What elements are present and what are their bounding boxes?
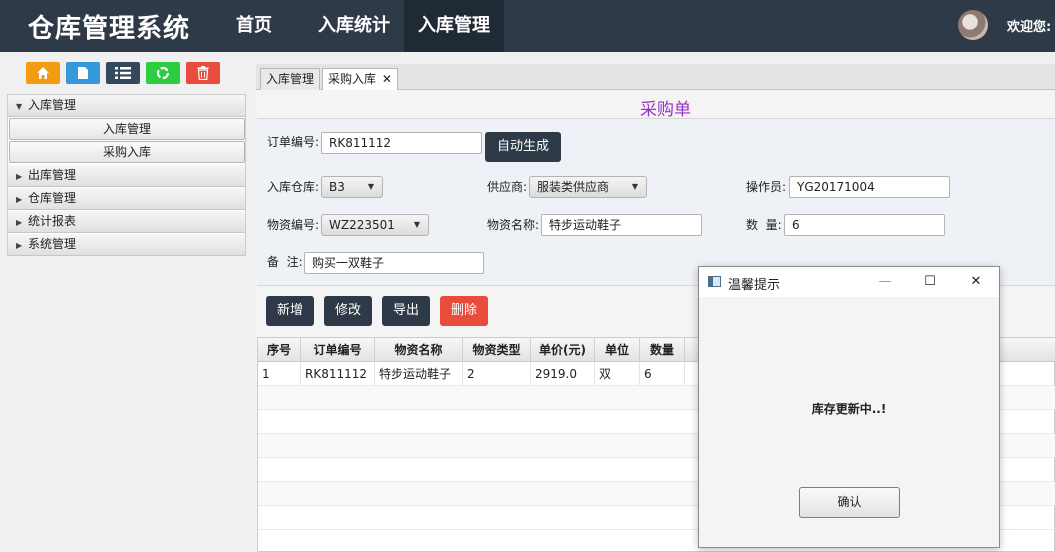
table-cell: 6 [640, 362, 685, 386]
auto-generate-button[interactable]: 自动生成 [485, 132, 561, 162]
remark-label: 备 注: [267, 255, 303, 269]
expanded-arrow-icon: ▼ [16, 102, 23, 111]
warehouse-value: B3 [329, 180, 345, 194]
sidebar-group-reports[interactable]: ▶ 统计报表 [8, 211, 245, 233]
avatar[interactable] [958, 10, 988, 40]
column-header[interactable]: 单价(元) [531, 338, 595, 362]
nav-inbound-stats[interactable]: 入库统计 [304, 0, 404, 52]
quantity-input[interactable]: 6 [784, 214, 945, 236]
column-header[interactable]: 物资类型 [463, 338, 531, 362]
material-no-label: 物资编号: [267, 218, 320, 232]
sidebar-group-warehouse[interactable]: ▶ 仓库管理 [8, 188, 245, 210]
sidebar-item-inbound-management[interactable]: 入库管理 [9, 118, 245, 140]
sidebar-group-label: 系统管理 [28, 237, 77, 251]
trash-button[interactable] [186, 62, 220, 84]
maximize-icon[interactable]: ☐ [918, 271, 942, 293]
dialog-title: 温馨提示 [728, 278, 781, 293]
supplier-label: 供应商: [487, 180, 528, 194]
sidebar-group-label: 出库管理 [28, 168, 77, 182]
chevron-down-icon: ▼ [367, 182, 374, 191]
tab-strip: 入库管理 采购入库 ✕ [256, 64, 1055, 91]
nav-home[interactable]: 首页 [222, 0, 286, 52]
column-header[interactable]: 物资名称 [375, 338, 463, 362]
chevron-down-icon: ▼ [631, 182, 638, 191]
trash-icon [197, 66, 209, 84]
chevron-down-icon: ▼ [413, 220, 420, 229]
home-icon [36, 67, 50, 84]
column-header[interactable]: 序号 [258, 338, 301, 362]
remark-input[interactable]: 购买一双鞋子 [304, 252, 484, 274]
sidebar-group-inbound[interactable]: ▼ 入库管理 [8, 95, 245, 117]
material-no-select[interactable]: WZ223501 ▼ [321, 214, 429, 236]
table-cell: 特步运动鞋子 [375, 362, 463, 386]
collapsed-arrow-icon: ▶ [16, 172, 23, 181]
collapsed-arrow-icon: ▶ [16, 241, 23, 250]
operator-label: 操作员: [746, 180, 787, 194]
dialog-titlebar[interactable]: 温馨提示 — ☐ ✕ [699, 267, 999, 297]
form-title: 采购单 [640, 100, 691, 120]
dialog-body: 库存更新中..! 确认 [699, 297, 999, 547]
order-no-label: 订单编号: [267, 135, 320, 149]
confirm-button[interactable]: 确认 [799, 487, 900, 518]
new-document-button[interactable] [66, 62, 100, 84]
supplier-select[interactable]: 服装类供应商 ▼ [529, 176, 647, 198]
sidebar-group-label: 统计报表 [28, 214, 77, 228]
window-icon [708, 276, 721, 287]
quantity-label: 数 量: [746, 218, 782, 232]
tab-purchase-inbound[interactable]: 采购入库 ✕ [322, 68, 398, 91]
export-button[interactable]: 导出 [382, 296, 430, 326]
sidebar-item-purchase-inbound[interactable]: 采购入库 [9, 141, 245, 163]
top-bar: 仓库管理系统 首页 入库统计 入库管理 欢迎您: [0, 0, 1055, 52]
table-cell: 1 [258, 362, 301, 386]
sidebar: ▼ 入库管理 入库管理 采购入库 ▶ 出库管理 ▶ 仓库管理 ▶ 统计报表 ▶ 系统管理 [7, 94, 246, 256]
warehouse-select[interactable]: B3 ▼ [321, 176, 383, 198]
sidebar-group-label: 入库管理 [28, 98, 77, 112]
column-header[interactable]: 订单编号 [301, 338, 375, 362]
nav-inbound-management[interactable]: 入库管理 [404, 0, 504, 52]
sidebar-group-outbound[interactable]: ▶ 出库管理 [8, 165, 245, 187]
column-header[interactable]: 单位 [595, 338, 640, 362]
table-cell: 2919.0 [531, 362, 595, 386]
material-no-value: WZ223501 [329, 218, 395, 232]
dialog-message: 库存更新中..! [811, 402, 887, 416]
supplier-value: 服装类供应商 [537, 180, 610, 194]
close-icon[interactable]: ✕ [964, 271, 988, 293]
close-icon[interactable]: ✕ [382, 72, 392, 86]
sidebar-group-label: 仓库管理 [28, 191, 77, 205]
material-name-input[interactable]: 特步运动鞋子 [541, 214, 702, 236]
table-cell: 2 [463, 362, 531, 386]
warehouse-label: 入库仓库: [267, 180, 320, 194]
list-icon [114, 67, 132, 84]
home-button[interactable] [26, 62, 60, 84]
document-icon [77, 67, 89, 84]
welcome-text: 欢迎您: [1007, 20, 1052, 35]
tab-inbound-management[interactable]: 入库管理 [260, 68, 321, 90]
app-title: 仓库管理系统 [28, 14, 191, 44]
collapsed-arrow-icon: ▶ [16, 218, 23, 227]
column-header[interactable]: 数量 [640, 338, 685, 362]
tab-label: 采购入库 [328, 72, 377, 86]
table-cell: 双 [595, 362, 640, 386]
collapsed-arrow-icon: ▶ [16, 195, 23, 204]
add-button[interactable]: 新增 [266, 296, 314, 326]
material-name-label: 物资名称: [487, 218, 540, 232]
sidebar-group-system[interactable]: ▶ 系统管理 [8, 234, 245, 256]
delete-button[interactable]: 删除 [440, 296, 488, 326]
order-no-input[interactable]: RK811112 [321, 132, 482, 154]
edit-button[interactable]: 修改 [324, 296, 372, 326]
recycle-icon [156, 66, 170, 84]
notice-dialog: 温馨提示 — ☐ ✕ 库存更新中..! 确认 [698, 266, 1000, 548]
table-cell: RK811112 [301, 362, 375, 386]
operator-input[interactable]: YG20171004 [789, 176, 950, 198]
recycle-button[interactable] [146, 62, 180, 84]
list-button[interactable] [106, 62, 140, 84]
minimize-icon[interactable]: — [873, 271, 897, 293]
